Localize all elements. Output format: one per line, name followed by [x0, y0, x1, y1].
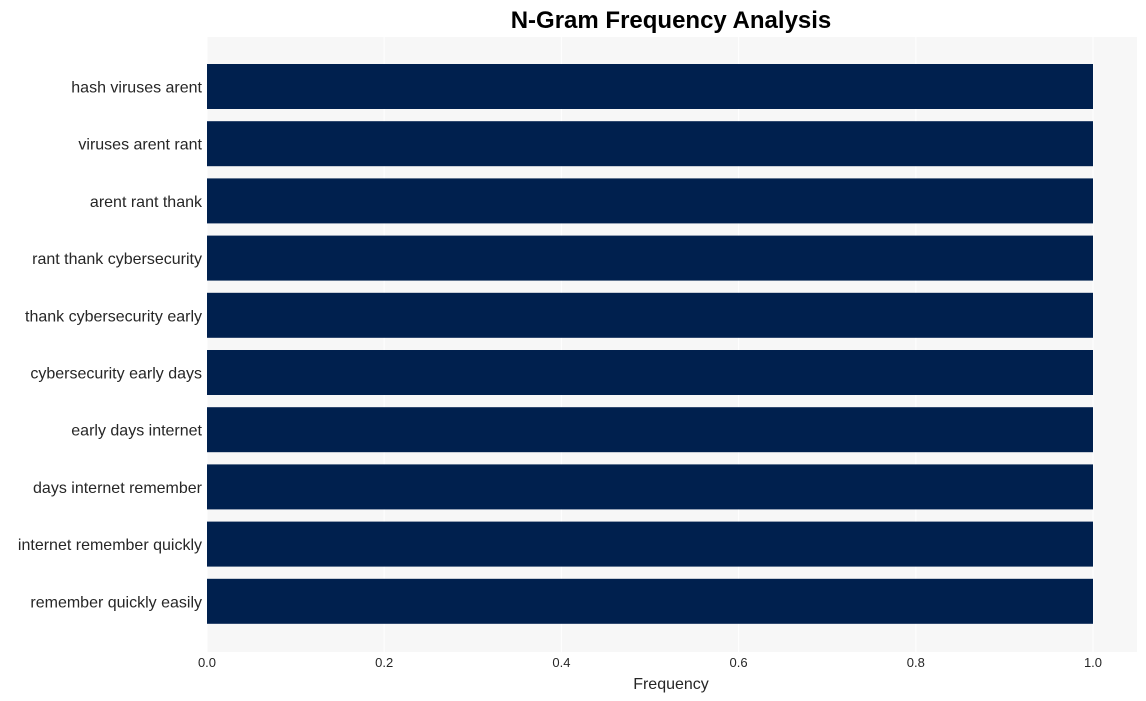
- bar: [207, 521, 1093, 567]
- x-tick-label: 0.0: [198, 655, 216, 670]
- y-category-label: thank cybersecurity early: [25, 308, 202, 325]
- y-category-label: rant thank cybersecurity: [32, 251, 202, 268]
- y-category-label: viruses arent rant: [78, 137, 202, 154]
- bar: [207, 407, 1093, 453]
- bar: [207, 178, 1093, 224]
- bar: [207, 121, 1093, 167]
- x-tick-label: 0.2: [375, 655, 393, 670]
- bar: [207, 350, 1093, 395]
- y-category-label: hash viruses arent: [71, 80, 202, 97]
- bar: [207, 578, 1093, 624]
- y-category-label: internet remember quickly: [18, 537, 202, 554]
- bar: [207, 235, 1093, 281]
- chart-title: N-Gram Frequency Analysis: [511, 7, 832, 34]
- ngram-bar-chart: hash viruses arent viruses arent rant aren…: [18, 7, 1137, 693]
- x-tick-label: 0.6: [730, 655, 748, 670]
- y-category-label: arent rant thank: [90, 194, 203, 211]
- bar: [207, 64, 1093, 109]
- x-tick-label: 1.0: [1084, 655, 1102, 670]
- bar: [207, 464, 1093, 510]
- y-category-label: early days internet: [71, 423, 202, 440]
- x-tick-label: 0.4: [552, 655, 570, 670]
- y-category-label: days internet remember: [33, 480, 203, 497]
- y-category-label: remember quickly easily: [30, 594, 202, 611]
- y-category-label: cybersecurity early days: [30, 366, 202, 383]
- x-axis-label: Frequency: [633, 676, 709, 693]
- x-tick-label: 0.8: [907, 655, 925, 670]
- y-axis-labels: hash viruses arent viruses arent rant aren…: [18, 80, 203, 612]
- x-axis-ticks: 0.0 0.2 0.4 0.6 0.8 1.0: [198, 655, 1102, 670]
- bar: [207, 292, 1093, 338]
